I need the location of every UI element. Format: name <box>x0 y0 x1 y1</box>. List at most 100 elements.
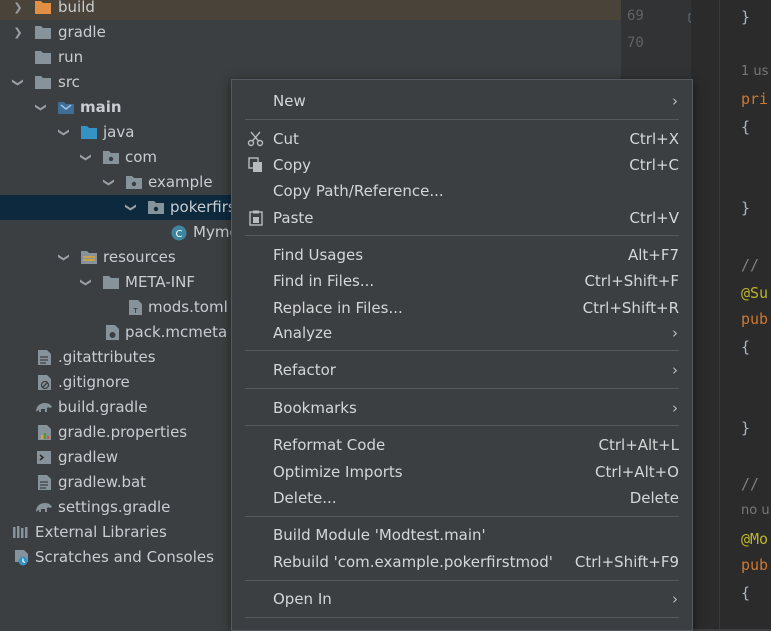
menu-item-optimize-imports[interactable]: Optimize Imports Ctrl+Alt+O <box>232 459 692 485</box>
gradle-elephant-icon <box>34 399 52 416</box>
tree-item-run[interactable]: run <box>0 45 621 70</box>
menu-shortcut: Ctrl+Shift+F <box>584 272 679 290</box>
menu-item-copy[interactable]: Copy Ctrl+C <box>232 152 692 178</box>
tree-item-label: run <box>58 48 84 66</box>
code-line: pub <box>741 310 769 328</box>
paste-icon <box>247 210 265 226</box>
tree-item-label: .gitignore <box>58 373 130 391</box>
chevron-down-icon[interactable]: ❯ <box>29 102 54 114</box>
menu-item-new[interactable]: New › <box>232 88 692 114</box>
menu-item-delete[interactable]: Delete... Delete <box>232 485 692 511</box>
menu-item-analyze[interactable]: Analyze › <box>232 320 692 346</box>
tree-item-label: External Libraries <box>35 523 167 541</box>
chevron-down-icon[interactable]: ❯ <box>97 177 122 189</box>
menu-item-open-in[interactable]: Open In › <box>232 586 692 612</box>
submenu-arrow-icon: › <box>672 399 678 417</box>
scratches-icon <box>12 549 30 566</box>
tree-item-label: mods.toml <box>148 298 228 316</box>
menu-separator <box>245 350 679 351</box>
menu-item-find-usages[interactable]: Find Usages Alt+F7 <box>232 242 692 268</box>
folder-icon <box>34 24 52 41</box>
menu-item-build-module[interactable]: Build Module 'Modtest.main' <box>232 522 692 548</box>
tree-item-label: gradle.properties <box>58 423 188 441</box>
code-comment: // <box>741 256 760 274</box>
code-comment: // <box>741 475 760 493</box>
svg-text:T: T <box>132 307 138 315</box>
menu-item-label: Cut <box>273 130 299 148</box>
menu-separator <box>245 235 679 236</box>
menu-item-label: Reformat Code <box>273 436 386 454</box>
menu-item-find-in-files[interactable]: Find in Files... Ctrl+Shift+F <box>232 268 692 294</box>
gradle-elephant-icon <box>34 499 52 516</box>
code-line: { <box>741 584 751 602</box>
menu-separator <box>245 516 679 517</box>
chevron-right-icon[interactable]: ❯ <box>12 0 24 20</box>
gitignore-file-icon <box>35 374 53 391</box>
tree-item-label: gradle <box>58 23 106 41</box>
submenu-arrow-icon: › <box>672 361 678 379</box>
menu-item-label: Copy Path/Reference... <box>273 182 444 200</box>
menu-item-reformat-code[interactable]: Reformat Code Ctrl+Alt+L <box>232 432 692 458</box>
tree-item-gradle[interactable]: ❯ gradle <box>0 20 621 45</box>
shell-script-icon <box>35 449 53 466</box>
tree-item-label: build.gradle <box>58 398 148 416</box>
menu-separator <box>245 580 679 581</box>
chevron-down-icon[interactable]: ❯ <box>52 252 77 264</box>
menu-item-label: Rebuild 'com.example.pokerfirstmod' <box>273 553 553 571</box>
package-icon <box>102 149 120 166</box>
menu-item-label: Delete... <box>273 489 337 507</box>
menu-item-label: Open In <box>273 590 332 608</box>
menu-separator <box>245 388 679 389</box>
tree-item-label: Scratches and Consoles <box>35 548 214 566</box>
line-number: 70 <box>627 35 644 51</box>
menu-shortcut: Ctrl+V <box>629 209 679 227</box>
tree-item-label: example <box>148 173 213 191</box>
menu-item-copy-path[interactable]: Copy Path/Reference... <box>232 178 692 204</box>
text-file-icon <box>35 474 53 491</box>
code-editor[interactable]: } 1 us pri { } // @Su pub { } // no u @M… <box>691 0 771 629</box>
menu-item-label: Find Usages <box>273 246 364 264</box>
menu-item-refactor[interactable]: Refactor › <box>232 357 692 383</box>
svg-text:C: C <box>176 229 183 240</box>
menu-separator <box>245 425 679 426</box>
source-root-icon <box>57 99 75 116</box>
menu-item-label: New <box>273 92 306 110</box>
folder-icon <box>34 0 52 16</box>
tree-item-label: pack.mcmeta <box>125 323 228 341</box>
menu-item-paste[interactable]: Paste Ctrl+V <box>232 205 692 231</box>
code-line: } <box>741 199 751 217</box>
chevron-down-icon[interactable]: ❯ <box>6 77 31 89</box>
menu-shortcut: Alt+F7 <box>627 246 679 264</box>
menu-shortcut: Ctrl+Shift+F9 <box>574 553 679 571</box>
tree-item-build[interactable]: ❯ build <box>0 0 621 20</box>
code-line: pri <box>741 90 769 108</box>
menu-separator <box>245 119 679 120</box>
menu-item-cut[interactable]: Cut Ctrl+X <box>232 126 692 152</box>
menu-shortcut: Ctrl+Shift+R <box>582 299 679 317</box>
menu-item-label: Find in Files... <box>273 272 375 290</box>
menu-item-replace-in-files[interactable]: Replace in Files... Ctrl+Shift+R <box>232 295 692 321</box>
submenu-arrow-icon: › <box>672 590 678 608</box>
tree-item-label: build <box>58 0 95 16</box>
menu-item-rebuild[interactable]: Rebuild 'com.example.pokerfirstmod' Ctrl… <box>232 549 692 575</box>
tree-item-label: META-INF <box>125 273 196 291</box>
chevron-down-icon[interactable]: ❯ <box>74 152 99 164</box>
tree-item-label: settings.gradle <box>58 498 171 516</box>
menu-item-label: Paste <box>273 209 314 227</box>
menu-shortcut: Ctrl+C <box>629 156 679 174</box>
resources-folder-icon <box>80 249 98 266</box>
menu-shortcut: Delete <box>629 489 679 507</box>
chevron-down-icon[interactable]: ❯ <box>52 127 77 139</box>
menu-item-label: Bookmarks <box>273 399 357 417</box>
line-number: 69 <box>627 8 644 24</box>
code-line: { <box>741 118 751 136</box>
menu-item-bookmarks[interactable]: Bookmarks › <box>232 395 692 421</box>
code-line: pub <box>741 556 769 574</box>
menu-item-label: Build Module 'Modtest.main' <box>273 526 486 544</box>
tree-item-label: .gitattributes <box>58 348 156 366</box>
chevron-down-icon[interactable]: ❯ <box>74 277 99 289</box>
chevron-right-icon[interactable]: ❯ <box>12 20 24 45</box>
folder-icon <box>34 74 52 91</box>
tree-item-label: resources <box>103 248 176 266</box>
chevron-down-icon[interactable]: ❯ <box>119 202 144 214</box>
